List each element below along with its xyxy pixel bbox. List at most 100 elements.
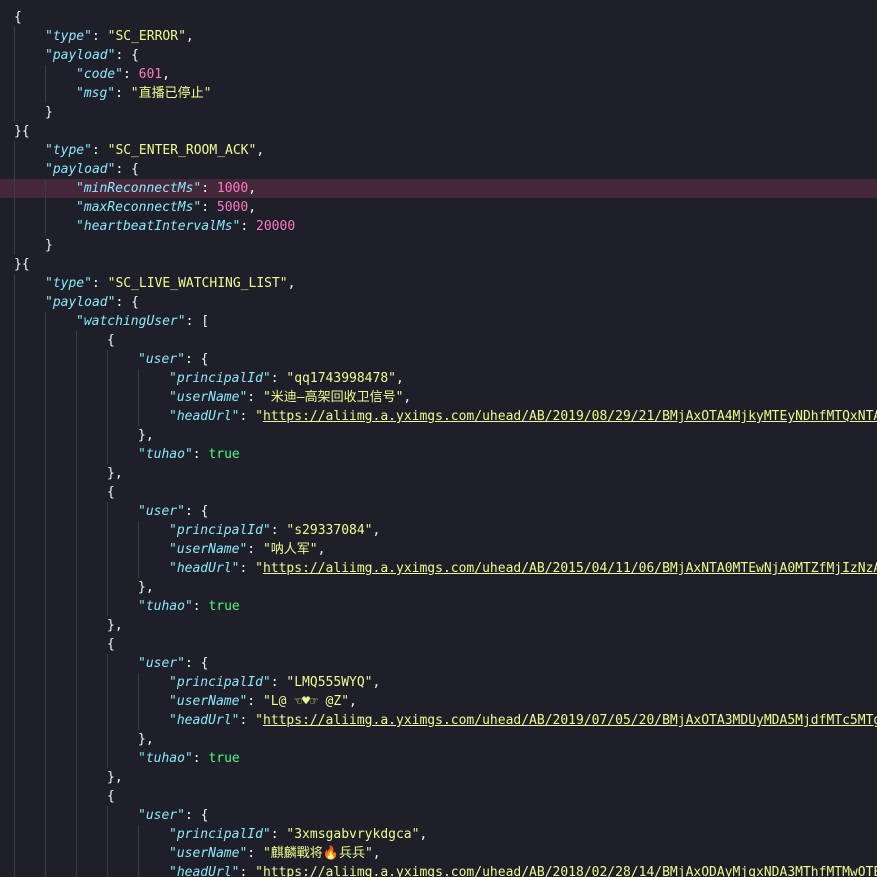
json-punctuation: : { bbox=[115, 295, 139, 310]
indent-guide bbox=[45, 426, 46, 445]
code-line[interactable]: "headUrl": "https://aliimg.a.yximgs.com/… bbox=[0, 711, 877, 730]
json-key: "user" bbox=[138, 504, 185, 519]
code-line[interactable]: "code": 601, bbox=[0, 65, 877, 84]
code-line[interactable]: "minReconnectMs": 1000, bbox=[0, 179, 877, 198]
code-line[interactable]: }, bbox=[0, 768, 877, 787]
indent-guide bbox=[14, 103, 15, 122]
code-line[interactable]: "userName": "呐人军", bbox=[0, 540, 877, 559]
json-punctuation: : { bbox=[115, 162, 139, 177]
code-line[interactable]: }, bbox=[0, 426, 877, 445]
code-line-content: "headUrl": "https://aliimg.a.yximgs.com/… bbox=[169, 711, 877, 730]
indent-guide bbox=[14, 312, 15, 331]
code-line[interactable]: "payload": { bbox=[0, 293, 877, 312]
indent-guide bbox=[76, 502, 77, 521]
indent-guide bbox=[14, 407, 15, 426]
code-line[interactable]: "principalId": "s29337084", bbox=[0, 521, 877, 540]
code-editor[interactable]: {"type": "SC_ERROR", "payload": {"code": … bbox=[0, 0, 877, 877]
url-link[interactable]: https://aliimg.a.yximgs.com/uhead/AB/201… bbox=[263, 561, 877, 576]
code-line[interactable]: { bbox=[0, 331, 877, 350]
indent-guide bbox=[76, 616, 77, 635]
indent-guide bbox=[107, 692, 108, 711]
code-line[interactable]: "heartbeatIntervalMs": 20000 bbox=[0, 217, 877, 236]
code-line[interactable]: "user": { bbox=[0, 350, 877, 369]
code-line[interactable]: "userName": "米迪—高架回收卫信号", bbox=[0, 388, 877, 407]
code-line[interactable]: "userName": "L@ ☜♥☞ @Z", bbox=[0, 692, 877, 711]
code-line-content: "headUrl": "https://aliimg.a.yximgs.com/… bbox=[169, 407, 877, 426]
indent-guide bbox=[45, 369, 46, 388]
json-key: "msg" bbox=[76, 86, 116, 101]
indent-guide bbox=[45, 407, 46, 426]
code-line[interactable]: }, bbox=[0, 578, 877, 597]
json-punctuation: : bbox=[91, 276, 108, 291]
code-line[interactable]: "type": "SC_LIVE_WATCHING_LIST", bbox=[0, 274, 877, 293]
code-line[interactable]: "payload": { bbox=[0, 46, 877, 65]
indent-guide bbox=[107, 502, 108, 521]
code-line[interactable]: "tuhao": true bbox=[0, 445, 877, 464]
code-line[interactable]: "maxReconnectMs": 5000, bbox=[0, 198, 877, 217]
code-line[interactable]: "user": { bbox=[0, 654, 877, 673]
url-link[interactable]: https://aliimg.a.yximgs.com/uhead/AB/201… bbox=[263, 713, 877, 728]
indent-guide bbox=[45, 65, 46, 84]
indent-guide bbox=[45, 863, 46, 877]
code-line[interactable]: "type": "SC_ENTER_ROOM_ACK", bbox=[0, 141, 877, 160]
indent-guide bbox=[45, 635, 46, 654]
indent-guide bbox=[138, 388, 139, 407]
code-line[interactable]: "user": { bbox=[0, 502, 877, 521]
code-line[interactable]: } bbox=[0, 103, 877, 122]
code-line[interactable]: "headUrl": "https://aliimg.a.yximgs.com/… bbox=[0, 559, 877, 578]
indent-guide bbox=[76, 388, 77, 407]
code-line[interactable]: "msg": "直播已停止" bbox=[0, 84, 877, 103]
url-link[interactable]: https://aliimg.a.yximgs.com/uhead/AB/201… bbox=[263, 409, 877, 424]
indent-guide bbox=[45, 787, 46, 806]
json-string: "SC_LIVE_WATCHING_LIST" bbox=[107, 276, 288, 291]
code-line[interactable]: "tuhao": true bbox=[0, 749, 877, 768]
code-line[interactable]: { bbox=[0, 787, 877, 806]
code-line[interactable]: }, bbox=[0, 464, 877, 483]
indent-guide bbox=[107, 654, 108, 673]
indent-guide bbox=[14, 350, 15, 369]
code-line[interactable]: "user": { bbox=[0, 806, 877, 825]
json-key: "type" bbox=[45, 143, 92, 158]
json-key: "user" bbox=[138, 352, 185, 367]
code-line[interactable]: { bbox=[0, 483, 877, 502]
code-line[interactable]: }, bbox=[0, 616, 877, 635]
json-boolean: true bbox=[208, 599, 240, 614]
code-line[interactable]: "headUrl": "https://aliimg.a.yximgs.com/… bbox=[0, 407, 877, 426]
json-key: "payload" bbox=[45, 162, 116, 177]
json-string: "L@ ☜♥☞ @Z" bbox=[262, 694, 350, 709]
code-line[interactable]: "type": "SC_ERROR", bbox=[0, 27, 877, 46]
code-line-content: "user": { bbox=[138, 806, 208, 825]
indent-guide bbox=[45, 806, 46, 825]
code-line-content: }, bbox=[138, 426, 154, 445]
code-line[interactable]: { bbox=[0, 8, 877, 27]
indent-guide bbox=[138, 673, 139, 692]
indent-guide bbox=[107, 369, 108, 388]
code-line-content: "payload": { bbox=[45, 160, 139, 179]
json-key: "user" bbox=[138, 808, 185, 823]
code-line[interactable]: }, bbox=[0, 730, 877, 749]
code-line[interactable]: "payload": { bbox=[0, 160, 877, 179]
json-key: "headUrl" bbox=[169, 865, 240, 877]
indent-guide bbox=[76, 825, 77, 844]
indent-guide bbox=[14, 597, 15, 616]
code-line-content: "user": { bbox=[138, 350, 208, 369]
url-link[interactable]: https://aliimg.a.yximgs.com/uhead/AB/201… bbox=[263, 865, 877, 877]
json-punctuation: { bbox=[107, 637, 115, 652]
indent-guide bbox=[107, 749, 108, 768]
code-line-content: "tuhao": true bbox=[138, 749, 240, 768]
code-line[interactable]: }{ bbox=[0, 255, 877, 274]
code-line[interactable]: { bbox=[0, 635, 877, 654]
code-line[interactable]: "watchingUser": [ bbox=[0, 312, 877, 331]
code-line[interactable]: "userName": "麒麟戰将🔥兵兵", bbox=[0, 844, 877, 863]
code-line[interactable]: "principalId": "LMQ555WYQ", bbox=[0, 673, 877, 692]
json-number: 5000 bbox=[216, 200, 249, 215]
json-punctuation: : { bbox=[184, 352, 209, 367]
indent-guide bbox=[107, 445, 108, 464]
code-line[interactable]: }{ bbox=[0, 122, 877, 141]
json-number: 20000 bbox=[256, 219, 296, 234]
code-line[interactable]: } bbox=[0, 236, 877, 255]
code-line[interactable]: "principalId": "qq1743998478", bbox=[0, 369, 877, 388]
code-line[interactable]: "tuhao": true bbox=[0, 597, 877, 616]
code-line[interactable]: "headUrl": "https://aliimg.a.yximgs.com/… bbox=[0, 863, 877, 877]
code-line[interactable]: "principalId": "3xmsgabvrykdgca", bbox=[0, 825, 877, 844]
